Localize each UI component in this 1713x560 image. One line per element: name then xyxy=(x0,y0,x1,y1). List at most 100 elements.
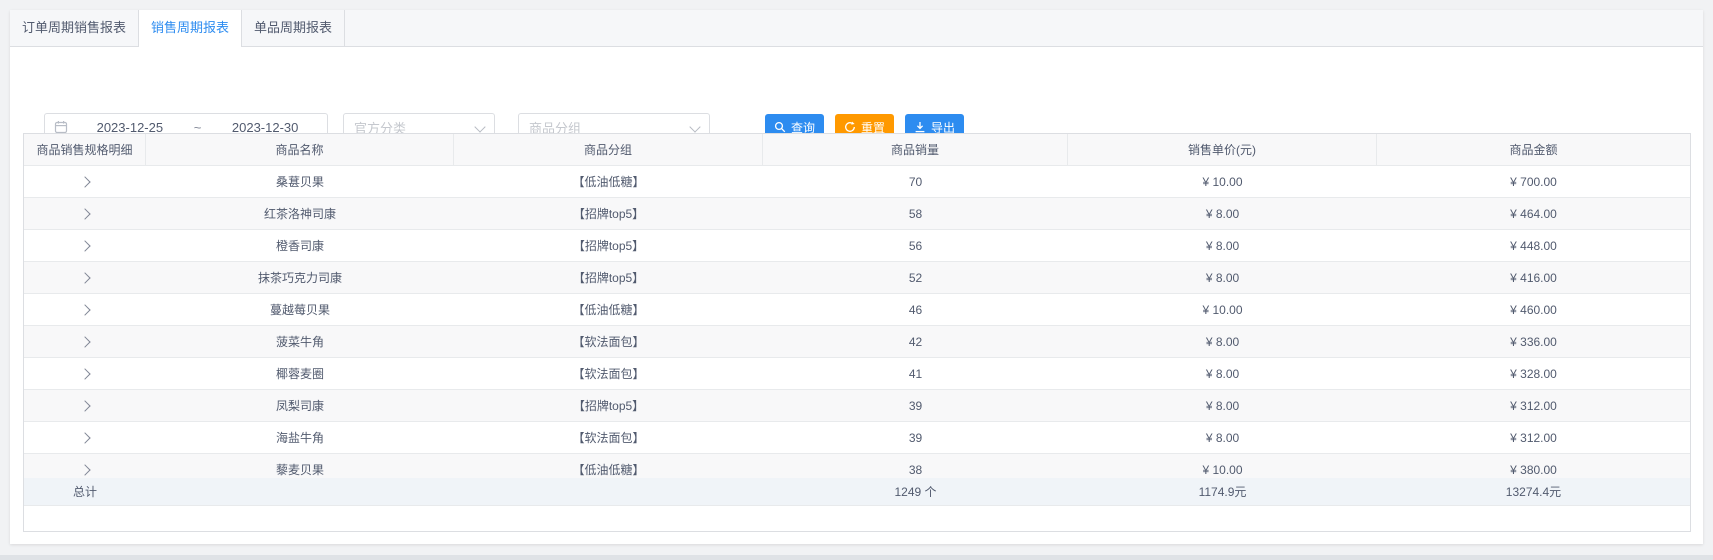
cell-expand xyxy=(24,294,146,325)
column-header: 商品名称 xyxy=(146,134,454,165)
refresh-icon xyxy=(844,121,856,133)
cell-group: 【低油低糖】 xyxy=(454,294,763,325)
search-icon xyxy=(774,121,786,133)
cell-amount: ¥ 380.00 xyxy=(1377,454,1690,478)
cell-amount: ¥ 312.00 xyxy=(1377,390,1690,421)
chevron-down-icon xyxy=(474,121,485,132)
cell-price: ¥ 8.00 xyxy=(1068,390,1377,421)
chevron-down-icon xyxy=(689,121,700,132)
download-icon xyxy=(914,121,926,133)
cell-name: 凤梨司康 xyxy=(146,390,454,421)
cell-name: 橙香司康 xyxy=(146,230,454,261)
table-row: 菠菜牛角【软法面包】42¥ 8.00¥ 336.00 xyxy=(24,326,1690,358)
cell-name: 海盐牛角 xyxy=(146,422,454,453)
expand-chevron-icon[interactable] xyxy=(79,304,90,315)
cell-group: 【软法面包】 xyxy=(454,422,763,453)
cell-amount: ¥ 700.00 xyxy=(1377,166,1690,197)
expand-chevron-icon[interactable] xyxy=(79,368,90,379)
expand-chevron-icon[interactable] xyxy=(79,208,90,219)
cell-group: 【软法面包】 xyxy=(454,326,763,357)
page-bottom-band xyxy=(0,555,1713,560)
table-row: 凤梨司康【招牌top5】39¥ 8.00¥ 312.00 xyxy=(24,390,1690,422)
tab-inactive[interactable]: 单品周期报表 xyxy=(242,10,345,46)
cell-price: ¥ 10.00 xyxy=(1068,454,1377,478)
table-row: 红茶洛神司康【招牌top5】58¥ 8.00¥ 464.00 xyxy=(24,198,1690,230)
table-body: 桑葚贝果【低油低糖】70¥ 10.00¥ 700.00红茶洛神司康【招牌top5… xyxy=(24,166,1690,478)
cell-price: ¥ 8.00 xyxy=(1068,422,1377,453)
cell-group: 【招牌top5】 xyxy=(454,390,763,421)
cell-price: ¥ 8.00 xyxy=(1068,198,1377,229)
cell-qty: 38 xyxy=(763,454,1068,478)
cell-name: 椰蓉麦圈 xyxy=(146,358,454,389)
cell-expand xyxy=(24,454,146,478)
summary-price: 1174.9元 xyxy=(1068,478,1377,505)
cell-amount: ¥ 312.00 xyxy=(1377,422,1690,453)
cell-group: 【低油低糖】 xyxy=(454,454,763,478)
tab-active[interactable]: 销售周期报表 xyxy=(139,10,242,47)
cell-group: 【软法面包】 xyxy=(454,358,763,389)
cell-price: ¥ 10.00 xyxy=(1068,166,1377,197)
cell-amount: ¥ 328.00 xyxy=(1377,358,1690,389)
cell-qty: 39 xyxy=(763,422,1068,453)
table-row: 藜麦贝果【低油低糖】38¥ 10.00¥ 380.00 xyxy=(24,454,1690,478)
table-summary-row: 总计 1249 个1174.9元13274.4元 xyxy=(24,478,1690,506)
expand-chevron-icon[interactable] xyxy=(79,400,90,411)
cell-qty: 42 xyxy=(763,326,1068,357)
column-header: 商品分组 xyxy=(454,134,763,165)
table-row: 抹茶巧克力司康【招牌top5】52¥ 8.00¥ 416.00 xyxy=(24,262,1690,294)
cell-price: ¥ 10.00 xyxy=(1068,294,1377,325)
column-header: 商品销量 xyxy=(763,134,1068,165)
cell-qty: 52 xyxy=(763,262,1068,293)
table-row: 桑葚贝果【低油低糖】70¥ 10.00¥ 700.00 xyxy=(24,166,1690,198)
summary-name xyxy=(146,478,454,505)
cell-name: 菠菜牛角 xyxy=(146,326,454,357)
cell-name: 藜麦贝果 xyxy=(146,454,454,478)
summary-group xyxy=(454,478,763,505)
filter-bar: 2023-12-25 ~ 2023-12-30 官方分类 商品分组 查询 xyxy=(10,46,1703,126)
cell-price: ¥ 8.00 xyxy=(1068,230,1377,261)
summary-amount: 13274.4元 xyxy=(1377,478,1690,505)
report-card: 订单周期销售报表销售周期报表单品周期报表 2023-12-25 ~ 2023-1… xyxy=(10,10,1703,544)
column-header: 商品销售规格明细 xyxy=(24,134,146,165)
cell-expand xyxy=(24,358,146,389)
tab-inactive[interactable]: 订单周期销售报表 xyxy=(10,10,139,46)
cell-amount: ¥ 416.00 xyxy=(1377,262,1690,293)
cell-name: 蔓越莓贝果 xyxy=(146,294,454,325)
tabs: 订单周期销售报表销售周期报表单品周期报表 xyxy=(10,10,1703,47)
cell-price: ¥ 8.00 xyxy=(1068,262,1377,293)
cell-name: 抹茶巧克力司康 xyxy=(146,262,454,293)
table-row: 橙香司康【招牌top5】56¥ 8.00¥ 448.00 xyxy=(24,230,1690,262)
cell-qty: 39 xyxy=(763,390,1068,421)
sales-report-table: 商品销售规格明细商品名称商品分组商品销量销售单价(元)商品金额 桑葚贝果【低油低… xyxy=(23,133,1691,532)
expand-chevron-icon[interactable] xyxy=(79,464,90,475)
calendar-icon xyxy=(54,120,68,134)
table-row: 椰蓉麦圈【软法面包】41¥ 8.00¥ 328.00 xyxy=(24,358,1690,390)
cell-price: ¥ 8.00 xyxy=(1068,358,1377,389)
cell-group: 【招牌top5】 xyxy=(454,198,763,229)
cell-expand xyxy=(24,166,146,197)
cell-group: 【低油低糖】 xyxy=(454,166,763,197)
column-header: 销售单价(元) xyxy=(1068,134,1377,165)
column-header: 商品金额 xyxy=(1377,134,1690,165)
table-row: 海盐牛角【软法面包】39¥ 8.00¥ 312.00 xyxy=(24,422,1690,454)
cell-price: ¥ 8.00 xyxy=(1068,326,1377,357)
cell-expand xyxy=(24,390,146,421)
cell-amount: ¥ 460.00 xyxy=(1377,294,1690,325)
table-row: 蔓越莓贝果【低油低糖】46¥ 10.00¥ 460.00 xyxy=(24,294,1690,326)
cell-group: 【招牌top5】 xyxy=(454,262,763,293)
expand-chevron-icon[interactable] xyxy=(79,272,90,283)
summary-label: 总计 xyxy=(24,478,146,505)
expand-chevron-icon[interactable] xyxy=(79,240,90,251)
summary-qty: 1249 个 xyxy=(763,478,1068,505)
cell-qty: 56 xyxy=(763,230,1068,261)
expand-chevron-icon[interactable] xyxy=(79,336,90,347)
cell-group: 【招牌top5】 xyxy=(454,230,763,261)
cell-expand xyxy=(24,230,146,261)
cell-amount: ¥ 448.00 xyxy=(1377,230,1690,261)
cell-expand xyxy=(24,422,146,453)
cell-qty: 70 xyxy=(763,166,1068,197)
cell-qty: 41 xyxy=(763,358,1068,389)
expand-chevron-icon[interactable] xyxy=(79,176,90,187)
expand-chevron-icon[interactable] xyxy=(79,432,90,443)
cell-expand xyxy=(24,326,146,357)
